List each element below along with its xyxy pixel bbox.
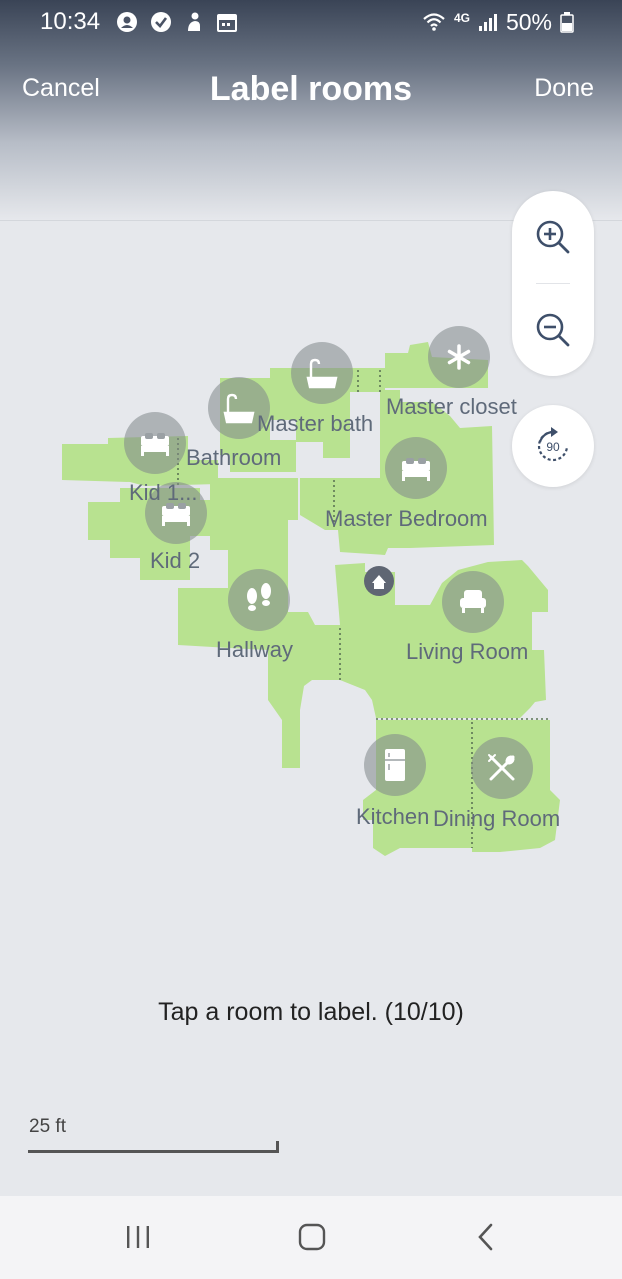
status-bar-right: 4G 50%: [422, 6, 574, 38]
rotate-label: 90: [546, 440, 560, 454]
battery-percent: 50%: [505, 8, 552, 35]
recents-icon: [127, 1226, 149, 1248]
room-icon-master-bath[interactable]: [291, 342, 353, 404]
scale-label: 25 ft: [29, 1116, 66, 1137]
room-label-bathroom[interactable]: Bathroom: [186, 445, 281, 470]
home-base-marker: [364, 566, 394, 596]
room-icon-living-room[interactable]: [442, 571, 504, 633]
pet-icon: [188, 12, 201, 31]
calendar-icon: [217, 14, 238, 32]
wifi-icon: [423, 13, 445, 31]
rotate-90-icon: 90: [537, 427, 569, 462]
room-label-dining-room[interactable]: Dining Room: [433, 806, 560, 831]
room-label-master-bedroom[interactable]: Master Bedroom: [325, 506, 488, 531]
zoom-controls: [512, 191, 594, 376]
status-bar-left: 10:34: [40, 6, 238, 38]
room-icon-hallway[interactable]: [228, 569, 290, 631]
room-icon-dining-room[interactable]: [471, 737, 533, 799]
room-label-master-closet[interactable]: Master closet: [386, 394, 517, 419]
check-badge-icon: [151, 12, 172, 32]
scale-bar: [28, 1141, 279, 1153]
battery-icon: [560, 12, 574, 33]
room-label-kid-2[interactable]: Kid 2: [150, 548, 200, 573]
zoom-in-icon: [536, 220, 570, 254]
rotate-map-button[interactable]: 90: [512, 405, 594, 487]
refrigerator-icon: [385, 749, 405, 781]
room-icon-kid-1[interactable]: [124, 412, 186, 474]
zoom-out-button[interactable]: [512, 284, 594, 376]
recents-button[interactable]: [113, 1214, 163, 1260]
back-chevron-icon: [478, 1223, 493, 1251]
status-time: 10:34: [40, 8, 101, 35]
zoom-in-button[interactable]: [512, 191, 594, 283]
signal-icon: [478, 14, 497, 31]
room-icon-kitchen[interactable]: [364, 734, 426, 796]
done-button[interactable]: Done: [534, 74, 594, 103]
room-label-living-room[interactable]: Living Room: [406, 639, 528, 664]
room-icon-master-bedroom[interactable]: [385, 437, 447, 499]
account-icon: [117, 12, 138, 32]
home-button[interactable]: [287, 1214, 337, 1260]
network-type: 4G: [453, 11, 470, 25]
home-rounded-square-icon: [298, 1223, 326, 1251]
system-nav-bar: [0, 1196, 622, 1279]
instruction-text: Tap a room to label. (10/10): [158, 998, 464, 1026]
cancel-button[interactable]: Cancel: [22, 74, 100, 103]
room-icon-master-closet[interactable]: [428, 326, 490, 388]
room-label-master-bath[interactable]: Master bath: [257, 411, 373, 436]
room-label-kitchen[interactable]: Kitchen: [356, 804, 429, 829]
room-label-kid-1[interactable]: Kid 1...: [129, 480, 197, 505]
back-button[interactable]: [461, 1214, 511, 1260]
zoom-out-icon: [536, 313, 570, 347]
room-label-hallway[interactable]: Hallway: [216, 637, 293, 662]
